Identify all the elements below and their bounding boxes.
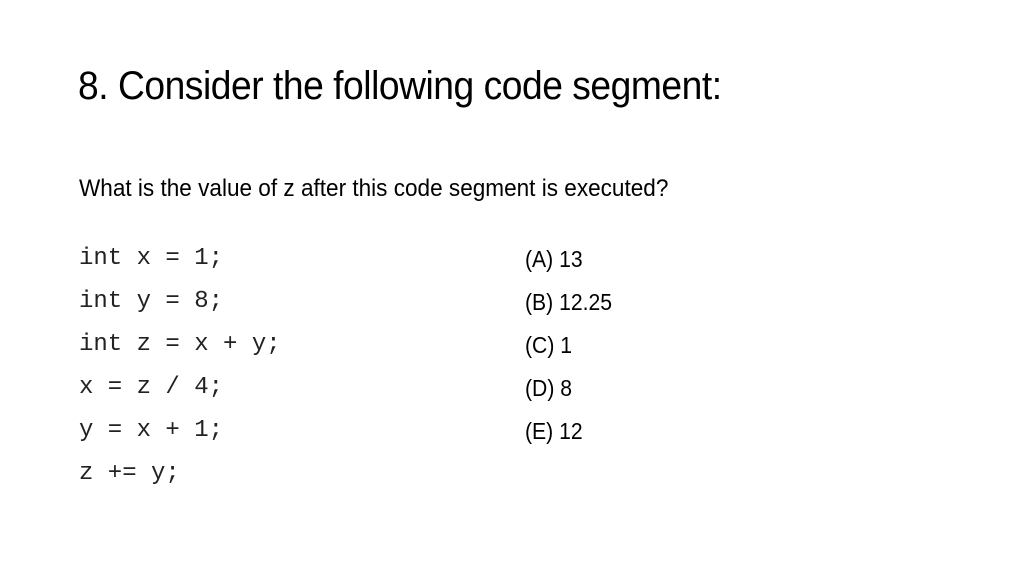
choice-e: (E) 12	[525, 418, 583, 444]
code-line: int y = 8;	[79, 288, 224, 315]
choice-a: (A) 13	[525, 246, 583, 272]
answer-choices: (A) 13 (B) 12.25 (C) 1 (D) 8 (E) 12	[525, 240, 620, 455]
code-line: y = x + 1;	[79, 417, 224, 444]
choice-c: (C) 1	[525, 332, 573, 358]
slide-title: 8. Consider the following code segment:	[78, 64, 722, 108]
code-segment: int x = 1; int y = 8; int z = x + y; x =…	[79, 240, 281, 498]
code-line: x = z / 4;	[79, 374, 224, 401]
code-line: int z = x + y;	[79, 331, 281, 358]
choice-d: (D) 8	[525, 375, 573, 401]
question-text: What is the value of z after this code s…	[79, 175, 669, 202]
code-line: z += y;	[79, 460, 180, 487]
code-line: int x = 1;	[79, 245, 224, 272]
choice-b: (B) 12.25	[525, 289, 613, 315]
